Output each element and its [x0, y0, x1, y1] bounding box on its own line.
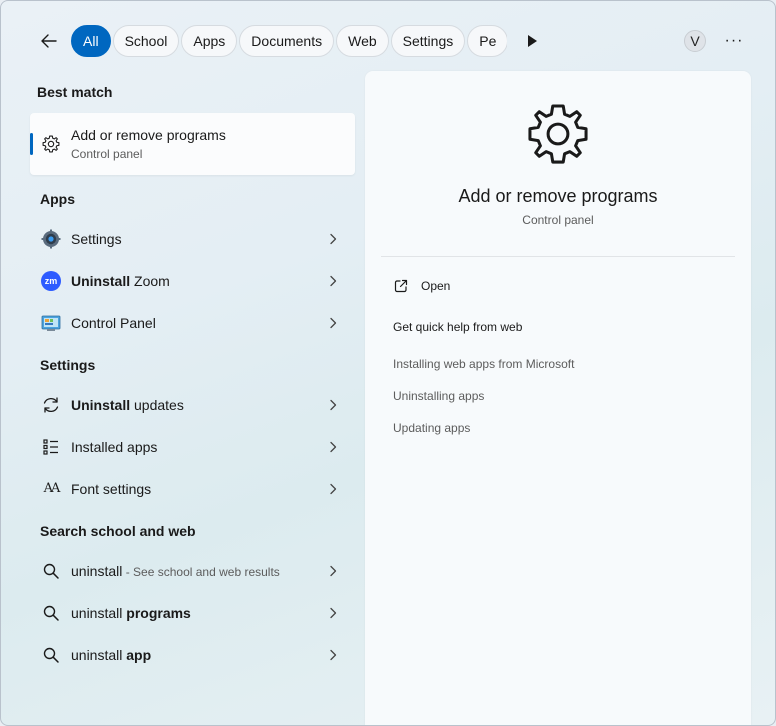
chevron-right-icon[interactable]: [326, 482, 340, 496]
settings-heading: Settings: [40, 357, 96, 373]
filter-chip-apps[interactable]: Apps: [181, 25, 238, 57]
settings-app-icon: [41, 229, 61, 249]
filter-chip-documents[interactable]: Documents: [239, 25, 335, 57]
filter-chip-people[interactable]: Pe: [467, 25, 507, 57]
more-options-button[interactable]: ···: [723, 31, 745, 51]
result-control-panel[interactable]: Control Panel: [30, 303, 355, 343]
result-settings-app[interactable]: Settings: [30, 219, 355, 259]
filter-chips: All School Apps Documents Web Settings Pe: [71, 25, 507, 57]
result-label: Uninstall Zoom: [71, 273, 170, 289]
chevron-right-icon[interactable]: [326, 316, 340, 330]
result-label: uninstall programs: [71, 605, 191, 621]
chevron-right-icon[interactable]: [326, 440, 340, 454]
best-match-heading: Best match: [37, 84, 113, 100]
web-result-uninstall-app[interactable]: uninstall app: [30, 635, 355, 675]
help-link-uninstalling-apps[interactable]: Uninstalling apps: [393, 389, 484, 403]
zoom-app-icon: zm: [41, 271, 61, 291]
search-window: All School Apps Documents Web Settings Pe V ··…: [0, 0, 776, 726]
chevron-right-icon[interactable]: [326, 398, 340, 412]
open-external-icon: [394, 279, 408, 293]
filter-chip-web[interactable]: Web: [336, 25, 389, 57]
web-result-uninstall[interactable]: uninstall - See school and web results: [30, 551, 355, 591]
refresh-icon: [41, 395, 61, 415]
chevron-right-icon[interactable]: [326, 232, 340, 246]
detail-subtitle: Control panel: [522, 213, 594, 227]
filter-chip-all[interactable]: All: [71, 25, 111, 57]
result-label: Settings: [71, 231, 122, 247]
search-icon: [41, 603, 61, 623]
top-bar: All School Apps Documents Web Settings Pe V ··…: [1, 1, 775, 71]
chevron-right-icon[interactable]: [326, 274, 340, 288]
apps-heading: Apps: [40, 191, 75, 207]
result-label: Control Panel: [71, 315, 156, 331]
result-uninstall-updates[interactable]: Uninstall updates: [30, 385, 355, 425]
font-icon-glyph: AΑ: [43, 481, 61, 496]
best-match-subtitle: Control panel: [71, 147, 143, 161]
search-icon: [41, 645, 61, 665]
avatar[interactable]: V: [684, 30, 706, 52]
result-installed-apps[interactable]: Installed apps: [30, 427, 355, 467]
gear-icon: [42, 135, 60, 153]
divider: [381, 256, 735, 257]
open-label: Open: [421, 279, 451, 293]
quick-help-heading: Get quick help from web: [393, 320, 523, 334]
font-icon: AΑ: [41, 479, 61, 499]
chevron-right-icon[interactable]: [326, 606, 340, 620]
zoom-logo-text: zm: [41, 271, 61, 291]
best-match-result[interactable]: Add or remove programs Control panel: [30, 113, 355, 175]
back-button[interactable]: [35, 27, 63, 55]
selection-indicator: [30, 133, 33, 155]
help-link-updating-apps[interactable]: Updating apps: [393, 421, 470, 435]
result-label: uninstall app: [71, 647, 152, 663]
help-link-installing-web-apps[interactable]: Installing web apps from Microsoft: [393, 357, 574, 371]
result-label: Uninstall updates: [71, 397, 184, 413]
result-label: Font settings: [71, 481, 152, 497]
filter-chip-settings[interactable]: Settings: [390, 25, 466, 57]
search-web-heading: Search school and web: [40, 523, 196, 539]
web-result-uninstall-programs[interactable]: uninstall programs: [30, 593, 355, 633]
chevron-right-icon[interactable]: [326, 564, 340, 578]
list-icon: [41, 437, 61, 457]
result-font-settings[interactable]: AΑ Font settings: [30, 469, 355, 509]
result-uninstall-zoom[interactable]: zm Uninstall Zoom: [30, 261, 355, 301]
gear-icon: [528, 104, 588, 164]
play-arrow-icon[interactable]: [523, 32, 541, 50]
search-icon: [41, 561, 61, 581]
detail-title: Add or remove programs: [458, 186, 658, 206]
detail-pane: Add or remove programs Control panel Ope…: [365, 71, 751, 725]
result-label: uninstall - See school and web results: [71, 563, 280, 579]
back-arrow-icon: [41, 34, 57, 48]
control-panel-icon: [41, 313, 61, 333]
filter-chip-school[interactable]: School: [112, 25, 180, 57]
open-action[interactable]: Open: [381, 271, 735, 301]
result-label: Installed apps: [71, 439, 158, 455]
best-match-title: Add or remove programs: [71, 127, 226, 143]
chevron-right-icon[interactable]: [326, 648, 340, 662]
